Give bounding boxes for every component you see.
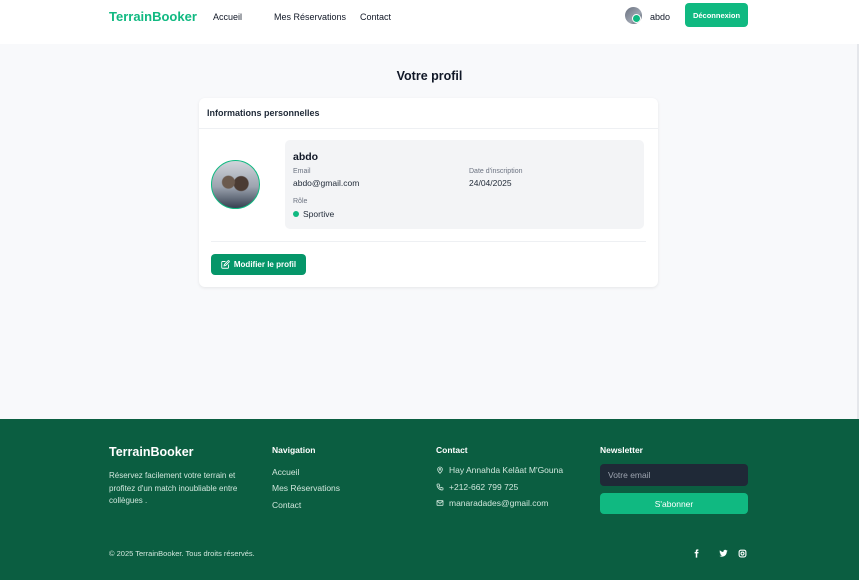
- card-header-title: Informations personnelles: [207, 108, 320, 118]
- nav-link-accueil[interactable]: Accueil: [213, 12, 242, 22]
- user-name[interactable]: abdo: [650, 12, 670, 22]
- mail-icon: [436, 500, 444, 506]
- nav-link-reservations[interactable]: Mes Réservations: [274, 12, 346, 22]
- footer-email-text: manaradades@gmail.com: [449, 498, 549, 508]
- edit-profile-label: Modifier le profil: [233, 260, 297, 269]
- footer-address-text: Hay Annahda Kelâat M'Gouna: [449, 465, 564, 475]
- facebook-icon[interactable]: [691, 548, 701, 558]
- card-header: Informations personnelles: [199, 98, 658, 129]
- role-text: Sportive: [303, 209, 335, 219]
- copyright: © 2025 TerrainBooker. Tous droits réserv…: [109, 549, 255, 558]
- email-label: Email: [293, 168, 311, 175]
- nav-link-contact[interactable]: Contact: [360, 12, 391, 22]
- divider: [211, 241, 646, 242]
- footer-phone-text: +212-662 799 725: [449, 482, 519, 492]
- footer: TerrainBooker Réservez facilement votre …: [0, 419, 859, 580]
- footer-nav-heading: Navigation: [272, 445, 316, 455]
- instagram-icon[interactable]: [737, 548, 747, 558]
- phone-icon: [436, 483, 444, 491]
- footer-description: Réservez facilement votre terrain et pro…: [109, 471, 238, 505]
- footer-link-contact[interactable]: Contact: [272, 500, 301, 510]
- footer-newsletter-heading: Newsletter: [600, 445, 643, 455]
- email-value: abdo@gmail.com: [293, 178, 360, 188]
- subscribe-button[interactable]: S'abonner: [600, 493, 748, 514]
- footer-address: Hay Annahda Kelâat M'Gouna: [436, 465, 563, 475]
- date-value: 24/04/2025: [469, 178, 512, 188]
- logout-button[interactable]: Déconnexion: [685, 3, 748, 27]
- page-title: Votre profil: [396, 69, 463, 83]
- location-pin-icon: [437, 466, 443, 474]
- twitter-icon[interactable]: [718, 548, 728, 558]
- profile-card: Informations personnelles abdo Email abd…: [199, 98, 658, 287]
- date-label: Date d'inscription: [469, 168, 523, 175]
- brand-logo[interactable]: TerrainBooker: [109, 9, 197, 24]
- footer-contact-heading: Contact: [436, 445, 468, 455]
- footer-link-reservations[interactable]: Mes Réservations: [272, 483, 340, 493]
- footer-email: manaradades@gmail.com: [436, 498, 548, 508]
- profile-avatar: [211, 160, 260, 209]
- top-navbar: TerrainBooker Accueil Mes Réservations C…: [0, 0, 859, 44]
- newsletter-email-input[interactable]: [600, 464, 748, 486]
- footer-phone: +212-662 799 725: [436, 482, 518, 492]
- role-label: Rôle: [293, 198, 308, 205]
- edit-icon: [221, 260, 230, 269]
- footer-brand: TerrainBooker: [109, 445, 194, 459]
- profile-name: abdo: [293, 151, 319, 163]
- profile-info-box: abdo Email abdo@gmail.com Date d'inscrip…: [285, 140, 644, 229]
- user-avatar[interactable]: [625, 7, 642, 24]
- footer-link-accueil[interactable]: Accueil: [272, 467, 299, 477]
- edit-profile-button[interactable]: Modifier le profil: [211, 254, 306, 275]
- role-value: Sportive: [293, 209, 334, 219]
- status-dot-icon: [293, 211, 299, 217]
